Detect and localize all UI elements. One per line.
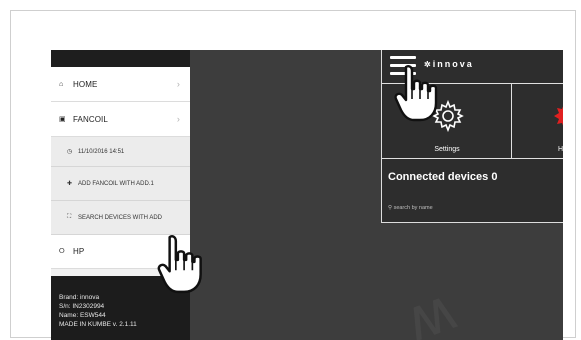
menu-item-label: FANCOIL bbox=[73, 114, 108, 124]
sub-item-add-fancoil[interactable]: ✚ ADD FANCOIL WITH ADD.1 bbox=[51, 167, 190, 201]
search-icon: ⚲ bbox=[388, 205, 393, 211]
sub-item-label: SEARCH DEVICES WITH ADD bbox=[78, 214, 163, 221]
menu-item-fancoil[interactable]: ▣ FANCOIL › bbox=[51, 102, 190, 137]
outer-frame: ʍ ⌂ HOME › ▣ FANCOIL › ◷ 11/10/2016 14:5… bbox=[10, 10, 576, 340]
made-in-text: MADE IN KUMBE v. 2.1.11 bbox=[59, 321, 137, 328]
second-tile-label: H bbox=[558, 146, 563, 153]
scan-icon: ⛶ bbox=[67, 214, 72, 220]
search-input[interactable]: ⚲ search by name bbox=[388, 205, 433, 211]
red-gear-icon[interactable] bbox=[554, 102, 563, 132]
clock-icon: ◷ bbox=[67, 149, 73, 155]
chevron-right-icon: › bbox=[176, 79, 180, 89]
home-icon: ⌂ bbox=[59, 80, 64, 88]
app-screenshot: ʍ ⌂ HOME › ▣ FANCOIL › ◷ 11/10/2016 14:5… bbox=[51, 50, 563, 340]
pointing-hand-icon bbox=[394, 65, 438, 122]
device-icon: ▣ bbox=[59, 116, 66, 123]
name-text: Name: ESW544 bbox=[59, 312, 106, 319]
menu-item-label: HOME bbox=[73, 79, 98, 89]
pointing-hand-icon bbox=[157, 235, 202, 294]
sub-item-label: 11/10/2016 14:51 bbox=[78, 148, 125, 155]
menu-item-home[interactable]: ⌂ HOME › bbox=[51, 67, 190, 102]
settings-label: Settings bbox=[434, 146, 460, 153]
sub-item-label: ADD FANCOIL WITH ADD.1 bbox=[78, 180, 154, 187]
drawer-top-bar bbox=[51, 50, 190, 67]
plus-icon: ✚ bbox=[67, 181, 73, 187]
sub-item-date[interactable]: ◷ 11/10/2016 14:51 bbox=[51, 137, 190, 167]
chevron-right-icon: › bbox=[176, 114, 180, 124]
side-drawer: ⌂ HOME › ▣ FANCOIL › ◷ 11/10/2016 14:51 … bbox=[51, 50, 190, 340]
connected-devices-label: Connected devices 0 bbox=[388, 171, 498, 183]
serial-text: S/n: IN2302994 bbox=[59, 303, 105, 310]
circle-icon: ⭘ bbox=[59, 247, 65, 255]
sub-item-search-devices[interactable]: ⛶ SEARCH DEVICES WITH ADD bbox=[51, 201, 190, 235]
menu-item-label: HP bbox=[73, 247, 85, 256]
